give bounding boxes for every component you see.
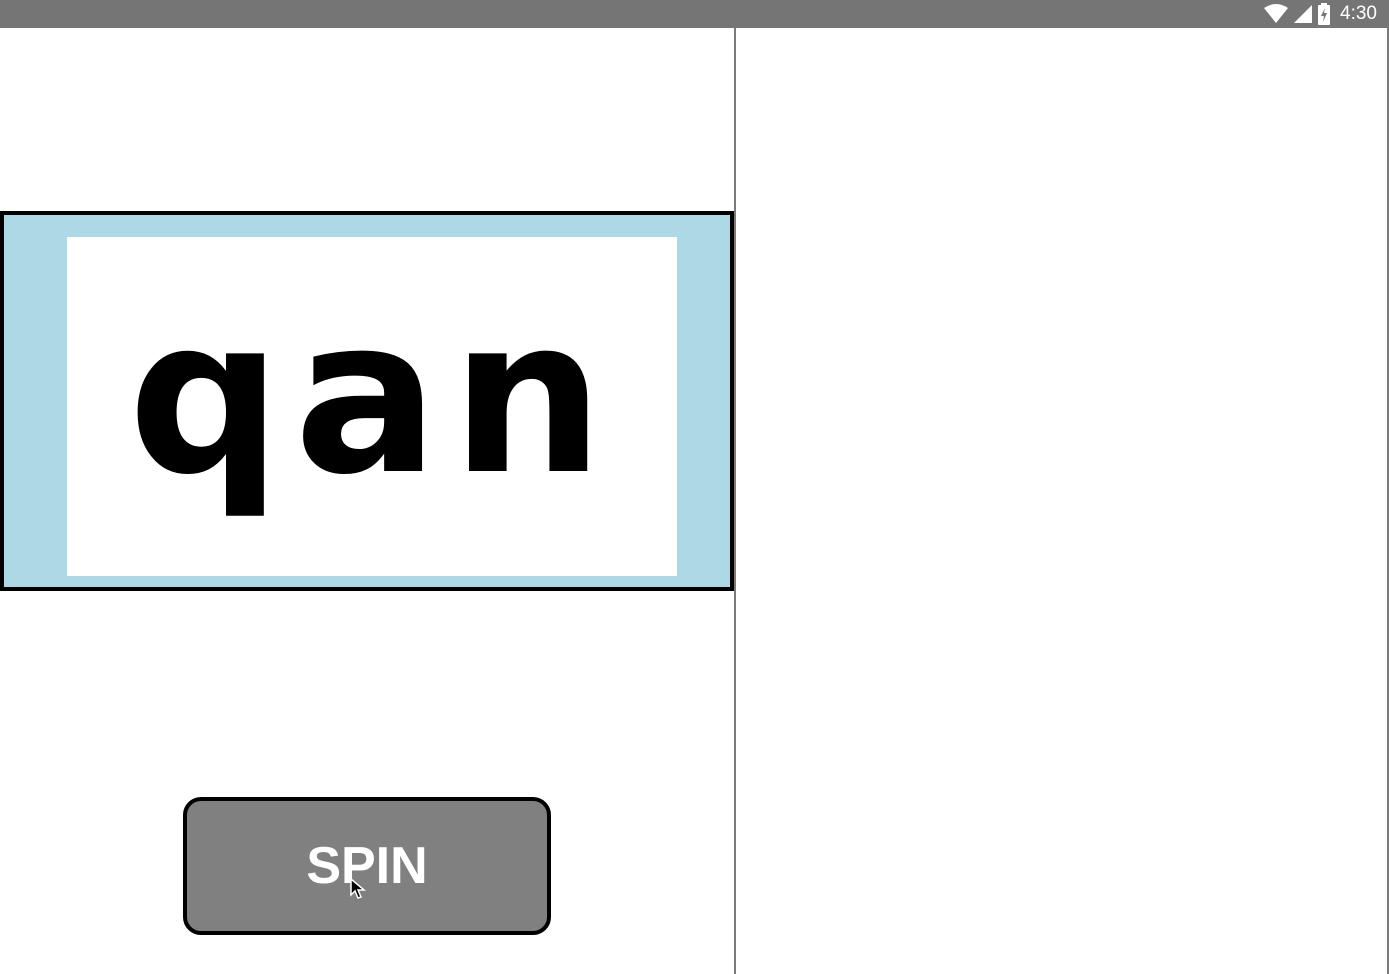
word-frame: qan	[0, 211, 734, 591]
status-icons: 4:30	[1264, 0, 1377, 28]
mouse-cursor-icon	[350, 878, 366, 899]
status-time: 4:30	[1340, 3, 1377, 24]
word-card: qan	[67, 237, 677, 576]
right-pane	[736, 28, 1389, 974]
word-display: qan	[127, 271, 617, 522]
cellular-signal-icon	[1294, 5, 1313, 23]
battery-charging-icon	[1318, 3, 1331, 25]
spin-button[interactable]: SPIN	[183, 797, 551, 935]
wifi-icon	[1264, 4, 1289, 23]
spin-button-label: SPIN	[306, 837, 428, 895]
status-bar: 4:30	[0, 0, 1389, 28]
